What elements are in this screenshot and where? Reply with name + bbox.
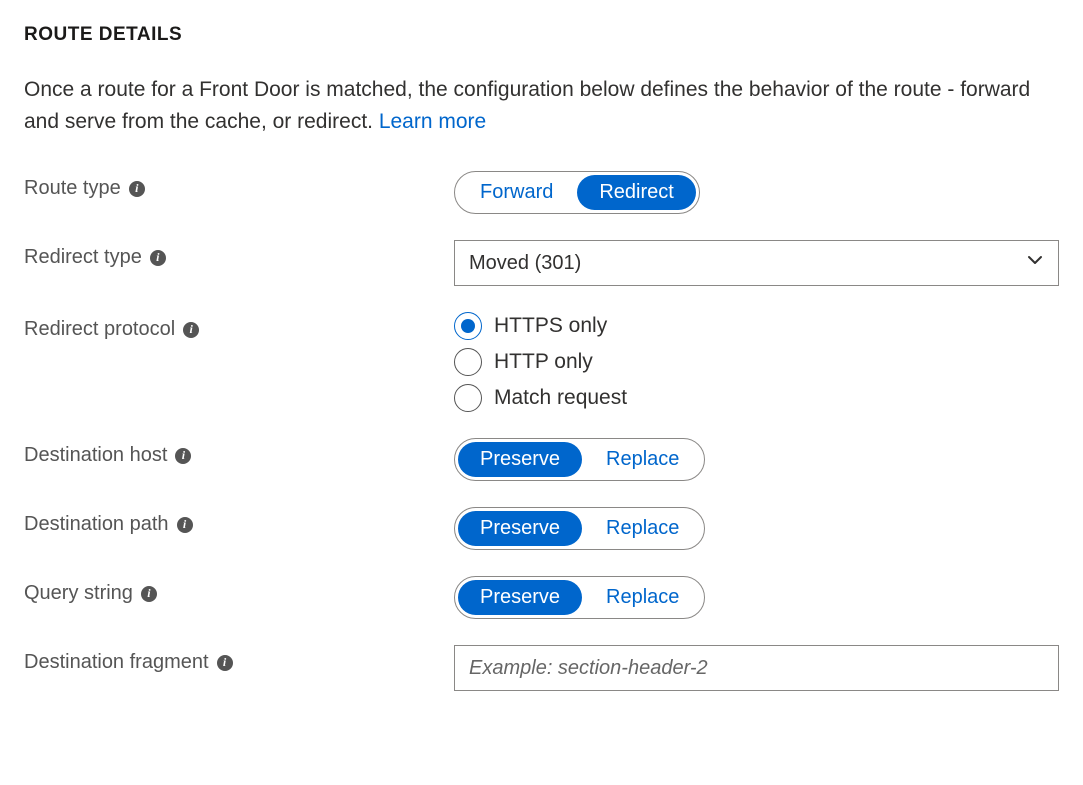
query-string-toggle: Preserve Replace	[454, 576, 705, 619]
query-string-option-replace[interactable]: Replace	[584, 580, 701, 615]
info-icon[interactable]: i	[217, 655, 233, 671]
label-text: Route type	[24, 177, 121, 200]
radio-label: Match request	[494, 386, 627, 410]
radio-label: HTTP only	[494, 350, 593, 374]
destination-path-option-preserve[interactable]: Preserve	[458, 511, 582, 546]
info-icon[interactable]: i	[141, 586, 157, 602]
redirect-protocol-radio-group: HTTPS only HTTP only Match request	[454, 312, 1059, 412]
description-text: Once a route for a Front Door is matched…	[24, 78, 1030, 133]
label-text: Redirect protocol	[24, 318, 175, 341]
label-text: Query string	[24, 582, 133, 605]
label-destination-host: Destination host i	[24, 438, 454, 467]
redirect-protocol-option-match[interactable]: Match request	[454, 384, 1059, 412]
destination-host-option-replace[interactable]: Replace	[584, 442, 701, 477]
row-query-string: Query string i Preserve Replace	[24, 576, 1059, 619]
label-destination-path: Destination path i	[24, 507, 454, 536]
row-redirect-protocol: Redirect protocol i HTTPS only HTTP only…	[24, 312, 1059, 412]
label-query-string: Query string i	[24, 576, 454, 605]
info-icon[interactable]: i	[175, 448, 191, 464]
row-destination-fragment: Destination fragment i	[24, 645, 1059, 691]
row-redirect-type: Redirect type i Moved (301)	[24, 240, 1059, 286]
label-text: Destination fragment	[24, 651, 209, 674]
destination-fragment-input[interactable]	[454, 645, 1059, 691]
label-redirect-protocol: Redirect protocol i	[24, 312, 454, 341]
destination-host-option-preserve[interactable]: Preserve	[458, 442, 582, 477]
label-redirect-type: Redirect type i	[24, 240, 454, 269]
info-icon[interactable]: i	[129, 181, 145, 197]
row-route-type: Route type i Forward Redirect	[24, 171, 1059, 214]
destination-host-toggle: Preserve Replace	[454, 438, 705, 481]
label-destination-fragment: Destination fragment i	[24, 645, 454, 674]
info-icon[interactable]: i	[183, 322, 199, 338]
redirect-protocol-option-http[interactable]: HTTP only	[454, 348, 1059, 376]
info-icon[interactable]: i	[177, 517, 193, 533]
info-icon[interactable]: i	[150, 250, 166, 266]
learn-more-link[interactable]: Learn more	[379, 110, 486, 133]
redirect-type-select-wrapper: Moved (301)	[454, 240, 1059, 286]
route-type-option-forward[interactable]: Forward	[458, 175, 575, 210]
redirect-type-select[interactable]: Moved (301)	[454, 240, 1059, 286]
destination-path-option-replace[interactable]: Replace	[584, 511, 701, 546]
radio-icon	[454, 348, 482, 376]
destination-path-toggle: Preserve Replace	[454, 507, 705, 550]
row-destination-path: Destination path i Preserve Replace	[24, 507, 1059, 550]
label-route-type: Route type i	[24, 171, 454, 200]
query-string-option-preserve[interactable]: Preserve	[458, 580, 582, 615]
route-type-toggle: Forward Redirect	[454, 171, 700, 214]
radio-icon	[454, 384, 482, 412]
section-title: ROUTE DETAILS	[24, 24, 1059, 46]
row-destination-host: Destination host i Preserve Replace	[24, 438, 1059, 481]
route-type-option-redirect[interactable]: Redirect	[577, 175, 695, 210]
route-details-description: Once a route for a Front Door is matched…	[24, 74, 1054, 137]
label-text: Redirect type	[24, 246, 142, 269]
radio-label: HTTPS only	[494, 314, 607, 338]
label-text: Destination host	[24, 444, 167, 467]
radio-icon	[454, 312, 482, 340]
label-text: Destination path	[24, 513, 169, 536]
redirect-protocol-option-https[interactable]: HTTPS only	[454, 312, 1059, 340]
